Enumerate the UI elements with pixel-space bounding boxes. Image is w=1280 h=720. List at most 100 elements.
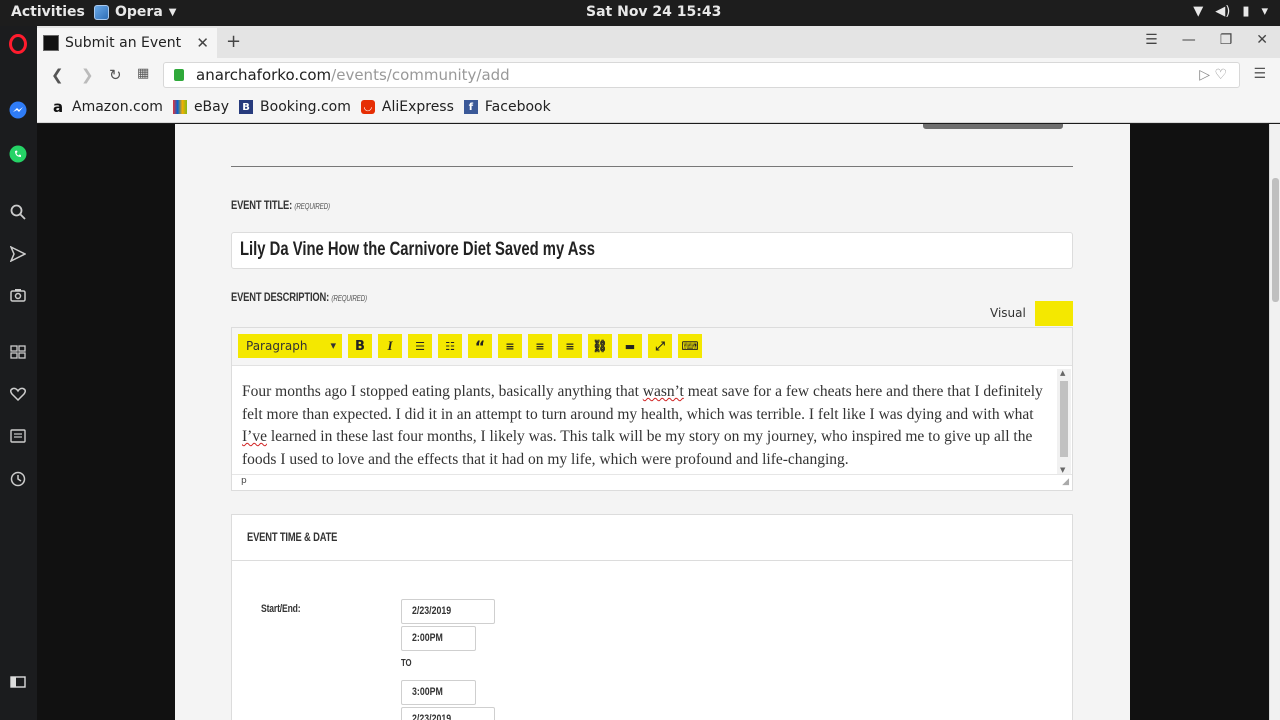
start-date-value: 2/23/2019 — [412, 605, 452, 617]
to-label: to — [401, 658, 412, 669]
bookmark-heart-icon[interactable]: ♡ — [1214, 67, 1227, 83]
close-window-icon[interactable]: ✕ — [1256, 32, 1268, 48]
new-tab-icon[interactable]: + — [226, 31, 241, 52]
description-editor[interactable]: Paragraph B I ☰ ☷ “ ≡ ≡ ≡ ⛓ ▬ ⤢ ⌨ Four m… — [231, 327, 1073, 491]
activities-button[interactable]: Activities — [11, 4, 85, 20]
numbered-list-icon[interactable]: ☷ — [438, 334, 462, 358]
bookmark-label: Booking.com — [260, 99, 351, 115]
power-menu-icon: ▾ — [1261, 4, 1268, 19]
text-tab[interactable] — [1035, 301, 1073, 326]
send-icon[interactable] — [8, 244, 28, 264]
start-time-input[interactable]: 2:00pm — [401, 626, 476, 651]
bookmark-amazon[interactable]: a Amazon.com — [51, 98, 163, 116]
editor-path-status: p ◢ — [232, 474, 1072, 490]
scroll-up-icon[interactable]: ▲ — [1060, 369, 1065, 377]
opera-app-icon — [94, 4, 109, 20]
event-title-label: Event Title: (required) — [231, 198, 330, 212]
align-right-icon[interactable]: ≡ — [558, 334, 582, 358]
url-field[interactable]: anarchaforko.com/events/community/add ▷ … — [163, 62, 1240, 88]
chevron-down-icon: ▼ — [168, 6, 177, 18]
scroll-down-icon[interactable]: ▼ — [1060, 466, 1065, 474]
bookmark-ebay[interactable]: eBay — [172, 99, 229, 115]
spellcheck-word: wasn’t — [642, 383, 684, 400]
align-center-icon[interactable]: ≡ — [528, 334, 552, 358]
start-end-label: Start/End: — [261, 603, 301, 615]
tab-title: Submit an Event — [65, 35, 182, 51]
bold-icon[interactable]: B — [348, 334, 372, 358]
tab-submit-event[interactable]: Submit an Event ✕ — [37, 28, 217, 58]
app-menu-label: Opera — [115, 4, 163, 20]
tab-menu-icon[interactable]: ☰ — [1145, 32, 1158, 48]
link-icon[interactable]: ⛓ — [588, 334, 612, 358]
history-icon[interactable] — [8, 469, 28, 489]
visual-tab[interactable]: Visual — [981, 303, 1039, 327]
event-title-value: Lily Da Vine How the Carnivore Diet Save… — [240, 239, 595, 260]
end-time-input[interactable]: 3:00pm — [401, 680, 476, 705]
app-menu[interactable]: Opera ▼ — [94, 4, 176, 20]
wifi-icon: ▼ — [1193, 4, 1204, 19]
search-icon[interactable] — [8, 202, 28, 222]
start-end-label-text: Start/End: — [261, 603, 301, 615]
start-date-input[interactable]: 2/23/2019 — [401, 599, 495, 624]
lock-icon — [174, 69, 184, 81]
minimize-icon[interactable]: — — [1182, 32, 1196, 48]
ebay-icon — [172, 100, 187, 114]
reload-icon[interactable]: ↻ — [109, 66, 122, 84]
camera-icon[interactable] — [8, 285, 28, 305]
page-scrollbar[interactable] — [1269, 124, 1280, 720]
read-more-icon[interactable]: ▬ — [618, 334, 642, 358]
required-note: (required) — [331, 294, 367, 303]
whatsapp-icon[interactable] — [8, 144, 28, 164]
scrollbar-thumb[interactable] — [1272, 178, 1279, 302]
align-left-icon[interactable]: ≡ — [498, 334, 522, 358]
heart-icon[interactable] — [8, 384, 28, 404]
system-tray[interactable]: ▼ ◀) ▮ ▾ — [1193, 4, 1268, 19]
speed-dial-icon[interactable] — [8, 342, 28, 362]
battery-icon: ▮ — [1242, 4, 1250, 19]
close-tab-icon[interactable]: ✕ — [196, 34, 209, 52]
bookmark-aliexpress[interactable]: ◡ AliExpress — [360, 99, 454, 115]
event-time-title: Event Time & Date — [247, 530, 337, 544]
maximize-icon[interactable]: ❐ — [1220, 32, 1233, 48]
news-icon[interactable] — [8, 426, 28, 446]
url-actions: ▷ ♡ — [1199, 63, 1227, 87]
description-text[interactable]: Four months ago I stopped eating plants,… — [242, 381, 1054, 471]
blockquote-icon[interactable]: “ — [468, 334, 492, 358]
required-note: (required) — [294, 202, 330, 211]
send-page-icon[interactable]: ▷ — [1199, 67, 1210, 83]
end-date-value: 2/23/2019 — [412, 713, 452, 720]
sidebar-toggle-icon[interactable] — [8, 672, 28, 692]
fullscreen-icon[interactable]: ⤢ — [648, 334, 672, 358]
opera-logo-icon[interactable] — [8, 34, 28, 54]
italic-icon[interactable]: I — [378, 334, 402, 358]
back-icon[interactable]: ❮ — [51, 66, 64, 84]
booking-icon: B — [239, 100, 254, 114]
editor-toolbar: Paragraph B I ☰ ☷ “ ≡ ≡ ≡ ⛓ ▬ ⤢ ⌨ — [232, 328, 1072, 366]
easy-setup-icon[interactable]: ☰ — [1253, 66, 1266, 82]
bookmark-facebook[interactable]: f Facebook — [463, 99, 551, 115]
bookmark-booking[interactable]: B Booking.com — [239, 99, 351, 115]
editor-scrollbar[interactable]: ▲ ▼ — [1057, 369, 1071, 474]
editor-scroll-thumb[interactable] — [1060, 381, 1068, 457]
aliexpress-icon: ◡ — [360, 100, 375, 114]
resize-handle-icon[interactable]: ◢ — [1062, 476, 1069, 489]
tabs-grid-icon[interactable]: ▦ — [137, 66, 149, 81]
event-title-input[interactable]: Lily Da Vine How the Carnivore Diet Save… — [231, 232, 1073, 269]
path-element[interactable]: p — [241, 476, 247, 486]
end-date-input[interactable]: 2/23/2019 — [401, 707, 495, 720]
opera-sidebar — [0, 26, 37, 720]
format-select[interactable]: Paragraph — [238, 334, 342, 358]
messenger-icon[interactable] — [8, 100, 28, 120]
event-time-panel: Event Time & Date Start/End: 2/23/2019 2… — [231, 514, 1073, 720]
bullet-list-icon[interactable]: ☰ — [408, 334, 432, 358]
clock[interactable]: Sat Nov 24 15:43 — [586, 4, 721, 20]
description-segment: learned in these last four months, I lik… — [242, 428, 1033, 468]
url-path: /events/community/add — [331, 66, 510, 84]
description-segment: Four months ago I stopped eating plants,… — [242, 383, 643, 400]
window-controls: ☰ — ❐ ✕ — [1145, 32, 1268, 48]
top-button-partial[interactable] — [923, 124, 1063, 129]
toolbar-toggle-icon[interactable]: ⌨ — [678, 334, 702, 358]
forward-icon[interactable]: ❯ — [81, 66, 94, 84]
page-content: Event Title: (required) Lily Da Vine How … — [175, 124, 1130, 720]
site-favicon — [43, 35, 59, 51]
